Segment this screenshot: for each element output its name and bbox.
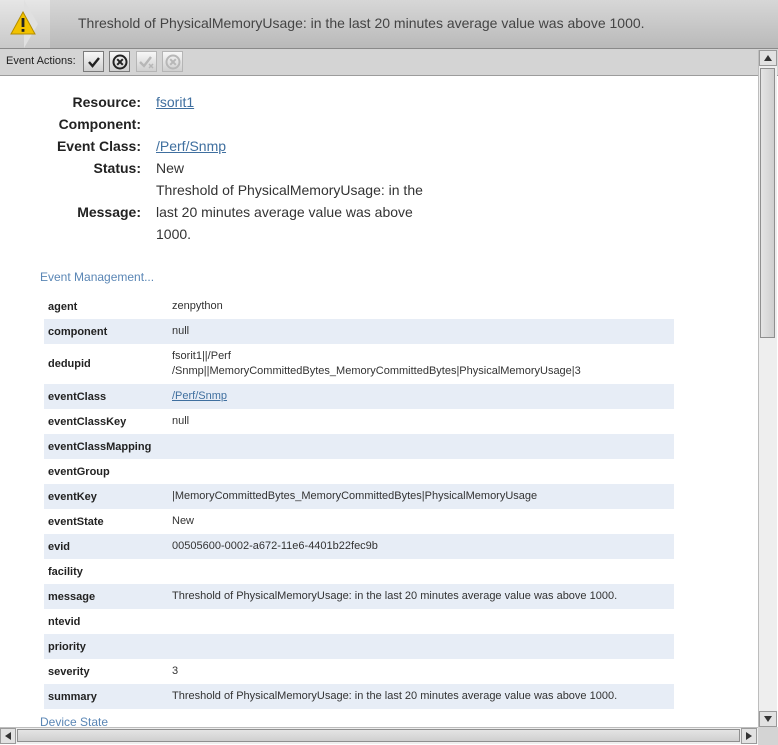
vertical-scrollbar[interactable] [758, 50, 777, 727]
table-row: eventGroup [44, 459, 674, 484]
event-class-label: Event Class: [56, 138, 141, 154]
detail-value [168, 459, 674, 484]
check-x-icon [138, 55, 154, 69]
scroll-up-button[interactable] [759, 50, 777, 66]
table-row: eventClassMapping [44, 434, 674, 459]
device-state-link[interactable]: Device State [40, 715, 108, 727]
resource-link[interactable]: fsorit1 [156, 94, 194, 110]
scroll-right-button[interactable] [741, 728, 757, 744]
table-row: eventClass/Perf/Snmp [44, 384, 674, 409]
detail-value [168, 559, 674, 584]
scrollbar-corner [758, 727, 778, 745]
event-detail-content: Resource: fsorit1 Component: Event Class… [0, 76, 758, 727]
scroll-left-button[interactable] [0, 728, 16, 744]
detail-key: evid [44, 534, 168, 559]
message-line-1: Threshold of PhysicalMemoryUsage: in the [156, 182, 423, 198]
detail-value: |MemoryCommittedBytes_MemoryCommittedByt… [168, 484, 674, 509]
acknowledge-button[interactable] [83, 51, 104, 72]
vertical-scroll-thumb[interactable] [760, 68, 775, 338]
warning-icon-container [0, 0, 50, 48]
event-actions-label: Event Actions: [6, 55, 76, 67]
reopen-event-button[interactable] [162, 51, 183, 72]
status-label: Status: [93, 160, 141, 176]
dedupid-line-1: fsorit1||/Perf [172, 350, 231, 362]
detail-value: Threshold of PhysicalMemoryUsage: in the… [168, 584, 674, 609]
event-class-link[interactable]: /Perf/Snmp [156, 138, 226, 154]
warning-icon [10, 11, 36, 35]
x-circle-icon [165, 54, 180, 69]
message-line-2: last 20 minutes average value was above [156, 204, 413, 220]
table-row: ntevid [44, 609, 674, 634]
close-event-button[interactable] [109, 51, 130, 72]
component-label: Component: [58, 116, 141, 132]
detail-value [168, 434, 674, 459]
detail-value: Threshold of PhysicalMemoryUsage: in the… [168, 684, 674, 709]
table-row: component null [44, 319, 674, 344]
resource-label: Resource: [72, 94, 141, 110]
table-row: eventState New [44, 509, 674, 534]
event-actions-toolbar: Event Actions: [0, 49, 778, 76]
arrow-right-icon [746, 732, 752, 740]
message-label: Message: [77, 204, 141, 220]
dedupid-line-2: /Snmp||MemoryCommittedBytes_MemoryCommit… [172, 365, 581, 377]
detail-value: New [172, 515, 195, 527]
detail-key: eventGroup [48, 465, 110, 478]
detail-key: ntevid [48, 615, 81, 628]
check-icon [87, 56, 100, 68]
detail-value: zenpython [172, 300, 223, 312]
detail-value [168, 634, 674, 659]
detail-value [168, 609, 674, 634]
arrow-up-icon [764, 55, 772, 61]
detail-key: priority [44, 634, 168, 659]
table-row: message Threshold of PhysicalMemoryUsage:… [44, 584, 674, 609]
table-row: eventClassKey null [44, 409, 674, 434]
detail-key: dedupid [48, 358, 91, 370]
detail-key: agent [48, 300, 78, 313]
table-row: eventKey |MemoryCommittedBytes_MemoryComm… [44, 484, 674, 509]
table-row: dedupid fsorit1||/Perf/Snmp||MemoryCommit… [44, 344, 674, 384]
detail-value: 3 [172, 665, 179, 677]
detail-key: eventState [48, 515, 104, 528]
arrow-down-icon [764, 716, 772, 722]
event-title: Threshold of PhysicalMemoryUsage: in the… [78, 15, 645, 31]
detail-value: null [172, 415, 190, 427]
event-class-detail-link[interactable]: /Perf/Snmp [172, 390, 227, 402]
event-header: Threshold of PhysicalMemoryUsage: in the… [0, 0, 778, 49]
table-row: severity 3 [44, 659, 674, 684]
event-management-link[interactable]: Event Management... [40, 270, 154, 284]
scroll-down-button[interactable] [759, 711, 777, 727]
detail-key: message [44, 584, 168, 609]
detail-value: fsorit1||/Perf/Snmp||MemoryCommittedByte… [168, 344, 674, 384]
event-details-table: agent zenpython component null dedupid fsor… [44, 294, 674, 709]
table-row: facility [44, 559, 674, 584]
message-line-3: 1000. [156, 226, 192, 242]
table-row: summary Threshold of PhysicalMemoryUsage:… [44, 684, 674, 709]
horizontal-scrollbar[interactable] [0, 727, 758, 744]
status-value: New [156, 160, 185, 176]
detail-value: 00505600-0002-a672-11e6-4401b22fec9b [168, 534, 674, 559]
arrow-left-icon [5, 732, 11, 740]
table-row: agent zenpython [44, 294, 674, 319]
detail-value: null [168, 319, 674, 344]
detail-key: eventClass [44, 384, 168, 409]
x-circle-icon [112, 54, 127, 69]
detail-key: eventClassMapping [44, 434, 168, 459]
detail-key: summary [44, 684, 168, 709]
detail-key: eventClassKey [48, 415, 127, 428]
table-row: evid 00505600-0002-a672-11e6-4401b22fec9b [44, 534, 674, 559]
unacknowledge-button[interactable] [136, 51, 157, 72]
detail-key: eventKey [44, 484, 168, 509]
horizontal-scroll-thumb[interactable] [17, 729, 740, 742]
detail-key: facility [48, 565, 83, 578]
detail-key: severity [48, 665, 90, 678]
table-row: priority [44, 634, 674, 659]
detail-key: component [44, 319, 168, 344]
